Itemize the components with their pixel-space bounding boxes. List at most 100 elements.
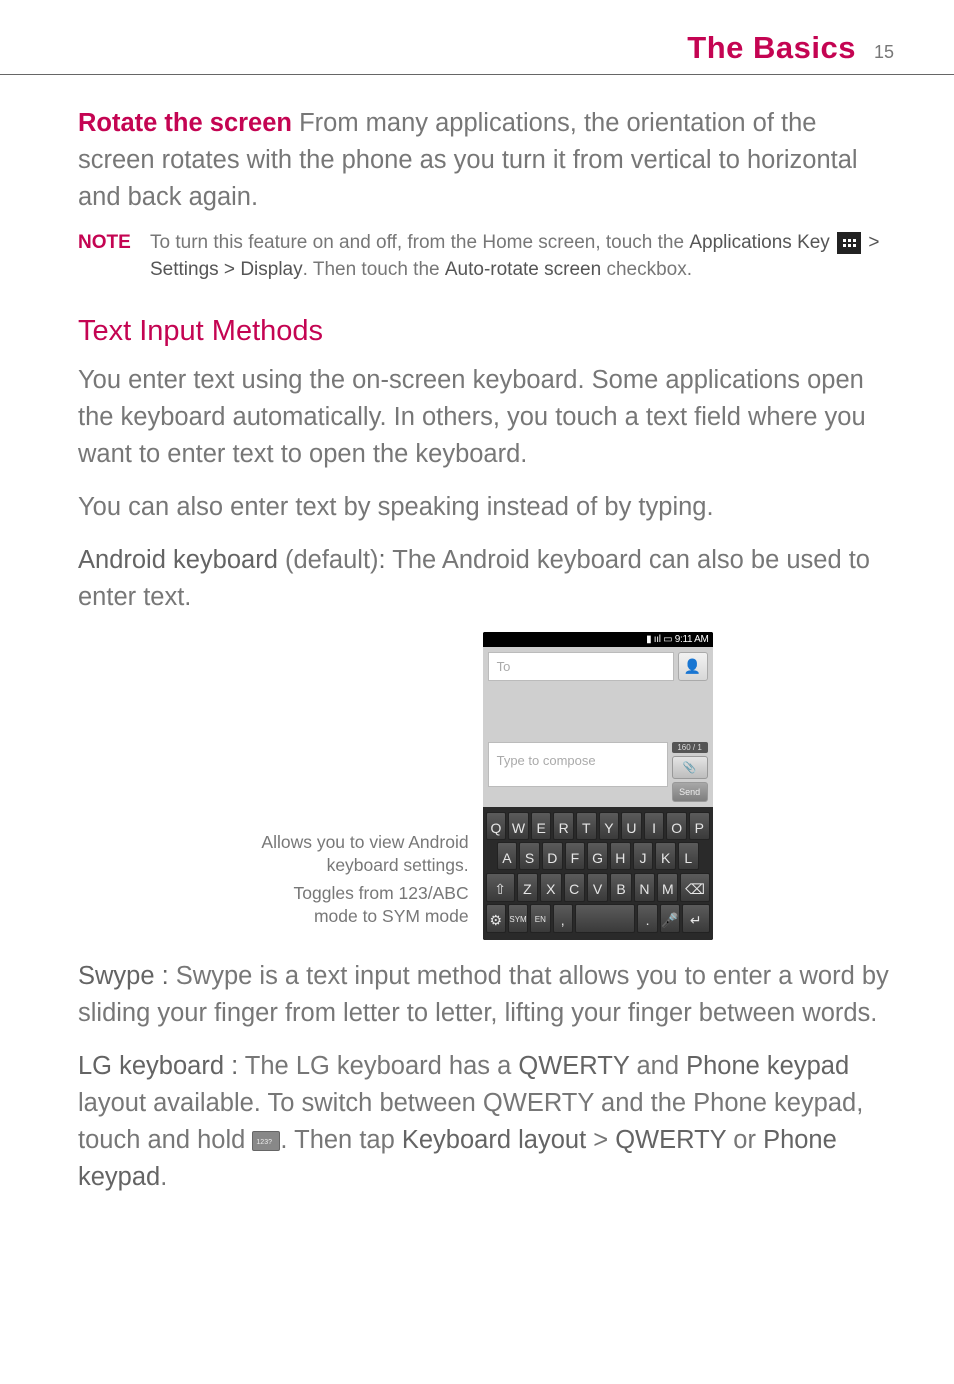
- key-u[interactable]: U: [621, 812, 642, 840]
- attach-button[interactable]: 📎: [672, 756, 708, 779]
- note-text: To turn this feature on and off, from th…: [150, 230, 896, 283]
- key-e[interactable]: E: [531, 812, 552, 840]
- note-part4: . Then touch the: [303, 259, 445, 280]
- para-2: You can also enter text by speaking inst…: [78, 489, 896, 526]
- lg-phone-keypad: Phone keypad: [686, 1052, 849, 1080]
- contacts-button[interactable]: 👤: [678, 652, 708, 681]
- lg-6: or: [726, 1126, 763, 1154]
- contact-icon: 👤: [684, 658, 701, 675]
- key-k[interactable]: K: [655, 842, 676, 870]
- swype-para: Swype : Swype is a text input method tha…: [78, 958, 896, 1032]
- callout-1b: keyboard settings.: [327, 855, 469, 875]
- android-label: Android keyboard: [78, 546, 278, 574]
- note-auto: Auto-rotate screen: [445, 259, 601, 280]
- key-n[interactable]: N: [634, 873, 655, 902]
- compose-row: Type to compose 160 / 1 📎 Send: [483, 742, 713, 807]
- key-b[interactable]: B: [610, 873, 631, 902]
- rotate-label: Rotate the screen: [78, 109, 292, 137]
- signal-icon: ▮ ııl ▭: [646, 634, 675, 645]
- key-m[interactable]: M: [657, 873, 678, 902]
- key-i[interactable]: I: [644, 812, 665, 840]
- key-lang[interactable]: EN: [530, 904, 550, 933]
- section-title: Text Input Methods: [78, 315, 896, 348]
- lg-5: >: [586, 1126, 615, 1154]
- status-time: 9:11 AM: [675, 634, 709, 645]
- key-backspace[interactable]: ⌫: [680, 873, 709, 902]
- note: NOTE To turn this feature on and off, fr…: [78, 230, 896, 283]
- key-j[interactable]: J: [633, 842, 654, 870]
- callout-settings: Allows you to view Android keyboard sett…: [261, 831, 468, 877]
- mic-icon: 🎤: [661, 912, 678, 928]
- key-w[interactable]: W: [508, 812, 529, 840]
- note-label: NOTE: [78, 230, 150, 283]
- key-y[interactable]: Y: [599, 812, 620, 840]
- key-z[interactable]: Z: [517, 873, 538, 902]
- key-p[interactable]: P: [689, 812, 710, 840]
- key-r[interactable]: R: [553, 812, 574, 840]
- key-comma[interactable]: ,: [553, 904, 573, 933]
- key-h[interactable]: H: [610, 842, 631, 870]
- key-l[interactable]: L: [678, 842, 699, 870]
- key-enter[interactable]: ↵: [682, 904, 710, 933]
- lg-qwerty: QWERTY: [518, 1052, 629, 1080]
- key-mic[interactable]: 🎤: [660, 904, 680, 933]
- key-settings[interactable]: ⚙: [486, 904, 506, 933]
- kb-row-3: ⇧ Z X C V B N M ⌫: [486, 873, 710, 902]
- key-f[interactable]: F: [565, 842, 586, 870]
- key-t[interactable]: T: [576, 812, 597, 840]
- to-row: To 👤: [483, 647, 713, 686]
- android-default: (default): [278, 546, 379, 574]
- callout-2a: Toggles from 123/ABC: [294, 883, 469, 903]
- kb-row-4: ⚙ SYM EN , . 🎤 ↵: [486, 904, 710, 933]
- phone-screenshot: ▮ ııl ▭ 9:11 AM To 👤 Type to compose 160…: [483, 632, 713, 940]
- applications-key-icon: [837, 232, 861, 254]
- gear-icon: ⚙: [489, 912, 502, 928]
- lg-keyboard-layout: Keyboard layout: [402, 1126, 586, 1154]
- lg-qwerty-2: QWERTY: [615, 1126, 726, 1154]
- key-x[interactable]: X: [540, 873, 561, 902]
- key-sym[interactable]: SYM: [508, 904, 528, 933]
- key-s[interactable]: S: [519, 842, 540, 870]
- note-gt1: >: [868, 232, 879, 253]
- callout-mode-toggle: Toggles from 123/ABC mode to SYM mode: [261, 882, 468, 928]
- page-header: The Basics 15: [0, 12, 954, 75]
- to-input[interactable]: To: [488, 652, 674, 681]
- lg-7: .: [160, 1163, 167, 1191]
- rotate-paragraph: Rotate the screen From many applications…: [78, 105, 896, 216]
- swype-body: Swype is a text input method that allows…: [78, 962, 889, 1027]
- note-apps-key: Applications Key: [689, 232, 829, 253]
- key-space[interactable]: [575, 904, 636, 933]
- kb-row-2: A S D F G H J K L: [486, 842, 710, 870]
- para-1: You enter text using the on-screen keybo…: [78, 362, 896, 473]
- paperclip-icon: 📎: [683, 762, 697, 774]
- key-q[interactable]: Q: [486, 812, 507, 840]
- status-bar: ▮ ııl ▭ 9:11 AM: [483, 632, 713, 647]
- key-shift[interactable]: ⇧: [486, 873, 515, 902]
- lg-2: and: [629, 1052, 686, 1080]
- header-title: The Basics: [687, 30, 856, 66]
- swype-label: Swype :: [78, 962, 176, 990]
- android-para: Android keyboard (default): The Android …: [78, 542, 896, 616]
- callouts: Allows you to view Android keyboard sett…: [261, 697, 482, 940]
- note-part1: To turn this feature on and off, from th…: [150, 232, 689, 253]
- keyboard: Q W E R T Y U I O P A S D F G H: [483, 807, 713, 940]
- callout-1a: Allows you to view Android: [261, 832, 468, 852]
- lg-para: LG keyboard : The LG keyboard has a QWER…: [78, 1048, 896, 1196]
- key-a[interactable]: A: [497, 842, 518, 870]
- key-period[interactable]: .: [637, 904, 657, 933]
- key-d[interactable]: D: [542, 842, 563, 870]
- figure: Allows you to view Android keyboard sett…: [78, 632, 896, 940]
- kb-row-1: Q W E R T Y U I O P: [486, 812, 710, 840]
- lg-4: . Then tap: [280, 1126, 401, 1154]
- note-settings: Settings: [150, 259, 219, 280]
- page-number: 15: [874, 42, 894, 63]
- key-o[interactable]: O: [666, 812, 687, 840]
- key-v[interactable]: V: [587, 873, 608, 902]
- key-c[interactable]: C: [564, 873, 585, 902]
- lg-label: LG keyboard :: [78, 1052, 245, 1080]
- send-button[interactable]: Send: [672, 782, 708, 802]
- mode-key-icon: [252, 1131, 280, 1151]
- key-g[interactable]: G: [587, 842, 608, 870]
- message-thread: [483, 686, 713, 742]
- compose-input[interactable]: Type to compose: [488, 742, 668, 787]
